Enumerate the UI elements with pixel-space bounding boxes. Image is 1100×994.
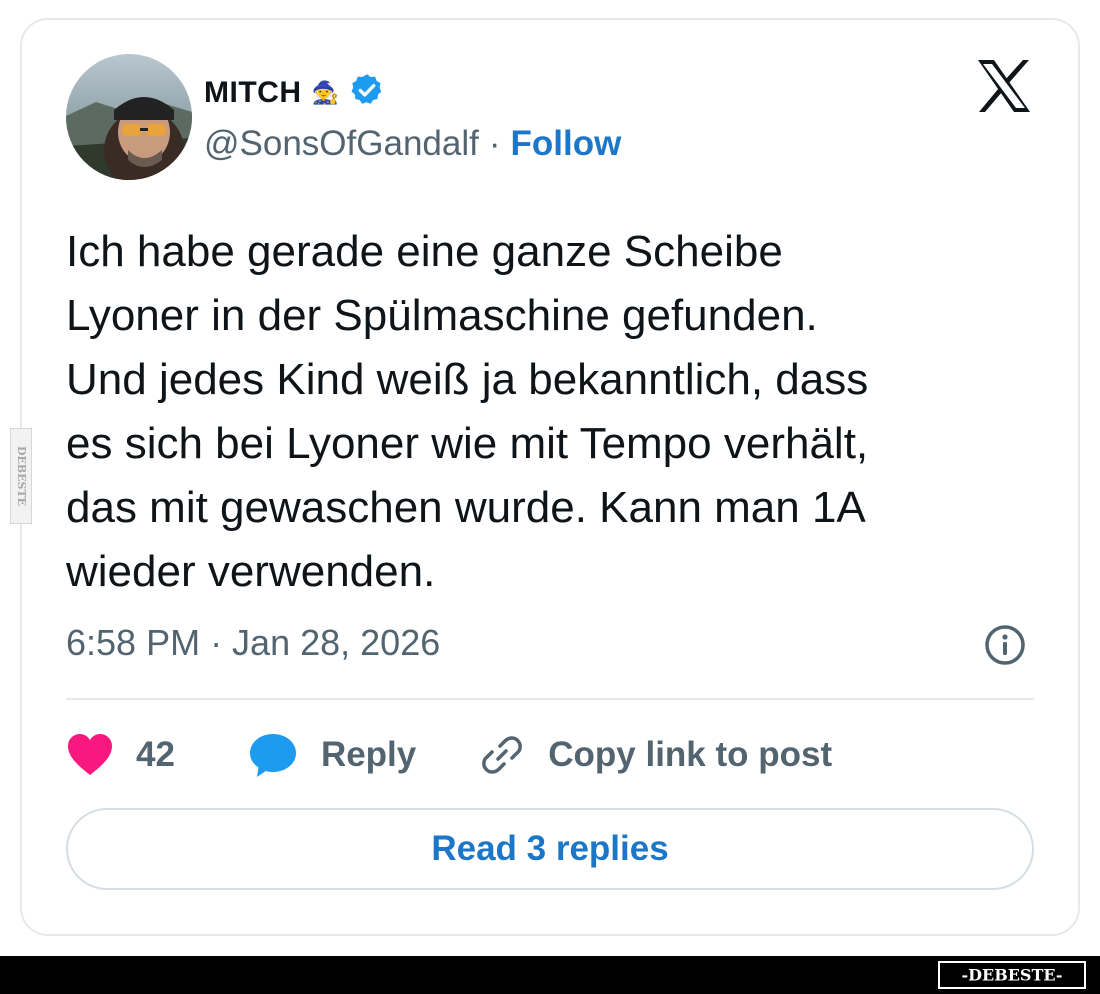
- read-replies-button[interactable]: Read 3 replies: [66, 808, 1034, 890]
- divider: [66, 698, 1034, 700]
- handle-row: @SonsOfGandalf · Follow: [204, 124, 621, 164]
- display-name-row[interactable]: MITCH 🧙: [204, 72, 385, 113]
- speech-bubble-icon: [247, 731, 299, 779]
- bottom-bar: -DEBESTE-: [0, 956, 1100, 994]
- handle[interactable]: @SonsOfGandalf: [204, 124, 479, 164]
- tweet-text: Ich habe gerade eine ganze Scheibe Lyone…: [66, 227, 869, 596]
- bottom-watermark-text: -DEBESTE-: [961, 966, 1062, 985]
- name-emoji: 🧙: [311, 79, 339, 105]
- x-logo-icon[interactable]: [974, 56, 1034, 116]
- avatar[interactable]: [66, 54, 192, 180]
- action-bar: 42 Reply Copy link to post: [66, 720, 832, 790]
- copy-link-button[interactable]: Copy link to post: [478, 731, 832, 779]
- like-button[interactable]: 42: [66, 733, 175, 777]
- verified-badge-icon: [349, 72, 385, 113]
- reply-button[interactable]: Reply: [247, 731, 416, 779]
- display-name[interactable]: MITCH: [204, 76, 301, 110]
- heart-icon: [66, 733, 114, 777]
- separator: ·: [488, 124, 501, 163]
- side-watermark-text: DEBESTE: [15, 446, 28, 506]
- timestamp[interactable]: 6:58 PM · Jan 28, 2026: [66, 622, 440, 664]
- side-watermark: DEBESTE: [9, 427, 33, 525]
- info-icon[interactable]: [984, 624, 1026, 666]
- like-count: 42: [136, 735, 175, 774]
- copy-link-label: Copy link to post: [548, 735, 833, 774]
- follow-button[interactable]: Follow: [511, 124, 622, 164]
- reply-label: Reply: [320, 735, 417, 774]
- tweet-card: MITCH 🧙 @SonsOfGandalf · Follow Ich habe…: [20, 18, 1080, 936]
- link-icon: [478, 731, 526, 779]
- debeste-logo: -DEBESTE-: [938, 961, 1086, 989]
